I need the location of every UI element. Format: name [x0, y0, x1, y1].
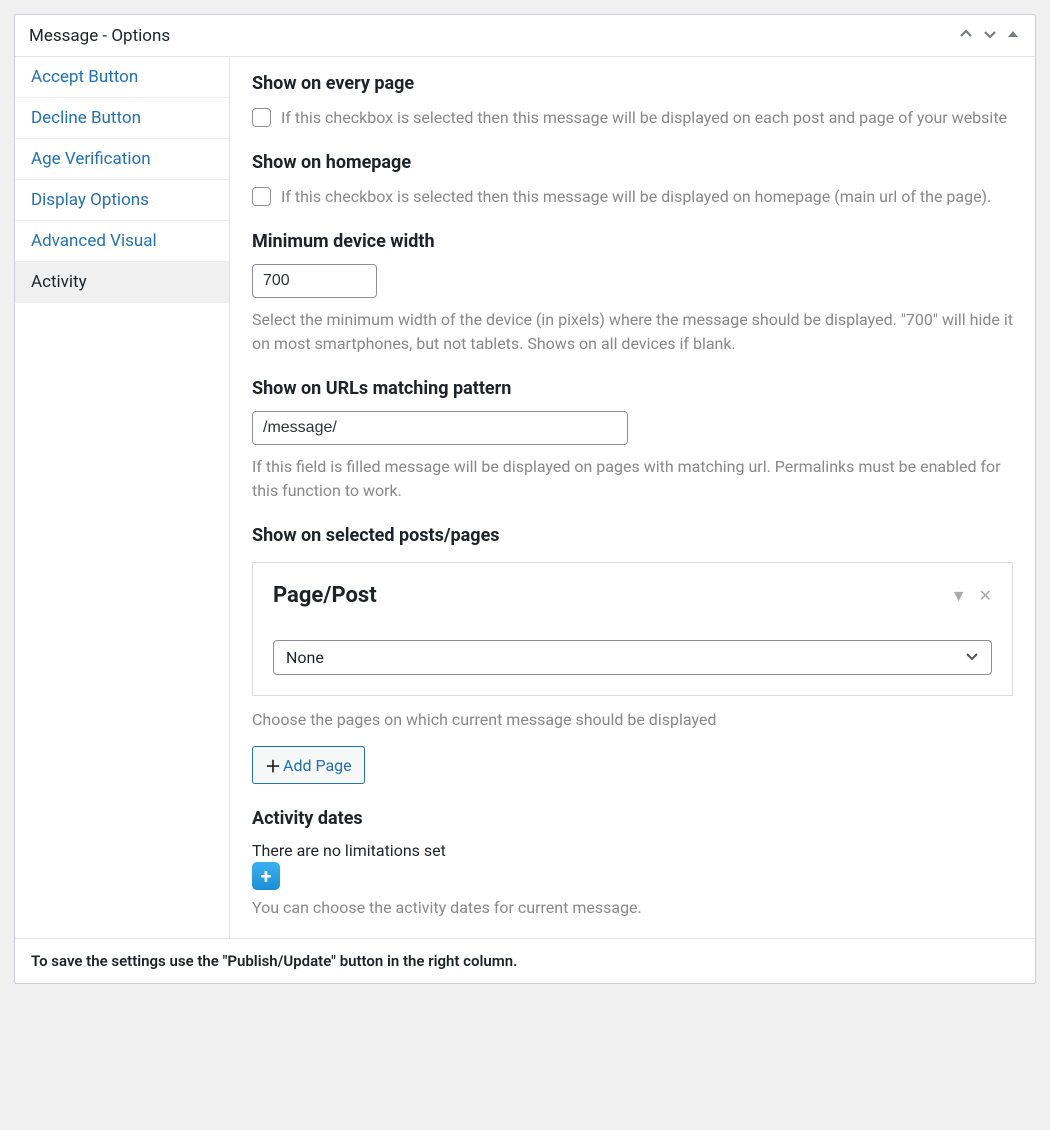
move-up-icon[interactable] — [957, 25, 975, 46]
sidebar-item-accept-button[interactable]: Accept Button — [15, 57, 229, 98]
triangle-down-icon[interactable]: ▼ — [951, 586, 967, 606]
activity-status: There are no limitations set — [252, 841, 1013, 860]
activity-dates-section: Activity dates There are no limitations … — [252, 808, 1013, 920]
row-every-page: If this checkbox is selected then this m… — [252, 106, 1013, 130]
heading-url-pattern: Show on URLs matching pattern — [252, 378, 1013, 399]
panel-controls — [957, 25, 1021, 46]
content-area: Show on every page If this checkbox is s… — [230, 57, 1035, 938]
panel-footer-note: To save the settings use the "Publish/Up… — [15, 938, 1035, 983]
checkbox-homepage[interactable] — [252, 187, 271, 206]
desc-homepage: If this checkbox is selected then this m… — [281, 185, 991, 209]
help-selected-pages: Choose the pages on which current messag… — [252, 708, 1013, 732]
heading-homepage: Show on homepage — [252, 152, 1013, 173]
sidebar-item-label: Accept Button — [31, 67, 138, 87]
panel-header: Message - Options — [15, 15, 1035, 57]
input-min-width[interactable] — [252, 264, 377, 298]
close-icon[interactable]: ✕ — [979, 586, 992, 606]
help-min-width: Select the minimum width of the device (… — [252, 308, 1013, 356]
select-page-post[interactable]: None — [273, 640, 992, 675]
add-page-button[interactable]: ＋ Add Page — [252, 746, 365, 784]
desc-every-page: If this checkbox is selected then this m… — [281, 106, 1007, 130]
page-post-title: Page/Post — [273, 583, 377, 608]
sidebar-item-label: Age Verification — [31, 149, 151, 169]
chevron-down-icon — [965, 649, 979, 667]
heading-every-page: Show on every page — [252, 73, 1013, 94]
sidebar-item-label: Activity — [31, 272, 87, 292]
sidebar-item-decline-button[interactable]: Decline Button — [15, 98, 229, 139]
sidebar-item-label: Decline Button — [31, 108, 141, 128]
heading-min-width: Minimum device width — [252, 231, 1013, 252]
page-post-header: Page/Post ▼ ✕ — [273, 583, 992, 608]
panel-body: Accept Button Decline Button Age Verific… — [15, 57, 1035, 938]
add-activity-date-button[interactable]: + — [252, 862, 280, 890]
select-value: None — [286, 648, 324, 667]
panel-title: Message - Options — [29, 26, 170, 46]
help-activity-dates: You can choose the activity dates for cu… — [252, 896, 1013, 920]
sidebar-item-age-verification[interactable]: Age Verification — [15, 139, 229, 180]
page-post-box: Page/Post ▼ ✕ None — [252, 562, 1013, 696]
sidebar-item-label: Display Options — [31, 190, 149, 210]
options-panel: Message - Options Accept Button Decline … — [14, 14, 1036, 984]
add-page-label: Add Page — [283, 756, 352, 775]
sidebar: Accept Button Decline Button Age Verific… — [15, 57, 230, 938]
sidebar-item-label: Advanced Visual — [31, 231, 157, 251]
page-post-icons: ▼ ✕ — [951, 586, 992, 606]
sidebar-item-advanced-visual[interactable]: Advanced Visual — [15, 221, 229, 262]
collapse-icon[interactable] — [1005, 26, 1021, 45]
move-down-icon[interactable] — [981, 25, 999, 46]
sidebar-item-display-options[interactable]: Display Options — [15, 180, 229, 221]
row-homepage: If this checkbox is selected then this m… — [252, 185, 1013, 209]
help-url-pattern: If this field is filled message will be … — [252, 455, 1013, 503]
input-url-pattern[interactable] — [252, 411, 628, 445]
plus-icon: + — [261, 864, 272, 888]
heading-selected-pages: Show on selected posts/pages — [252, 525, 1013, 546]
checkbox-every-page[interactable] — [252, 108, 271, 127]
sidebar-item-activity[interactable]: Activity — [15, 262, 229, 303]
plus-icon: ＋ — [265, 753, 281, 777]
heading-activity-dates: Activity dates — [252, 808, 1013, 829]
